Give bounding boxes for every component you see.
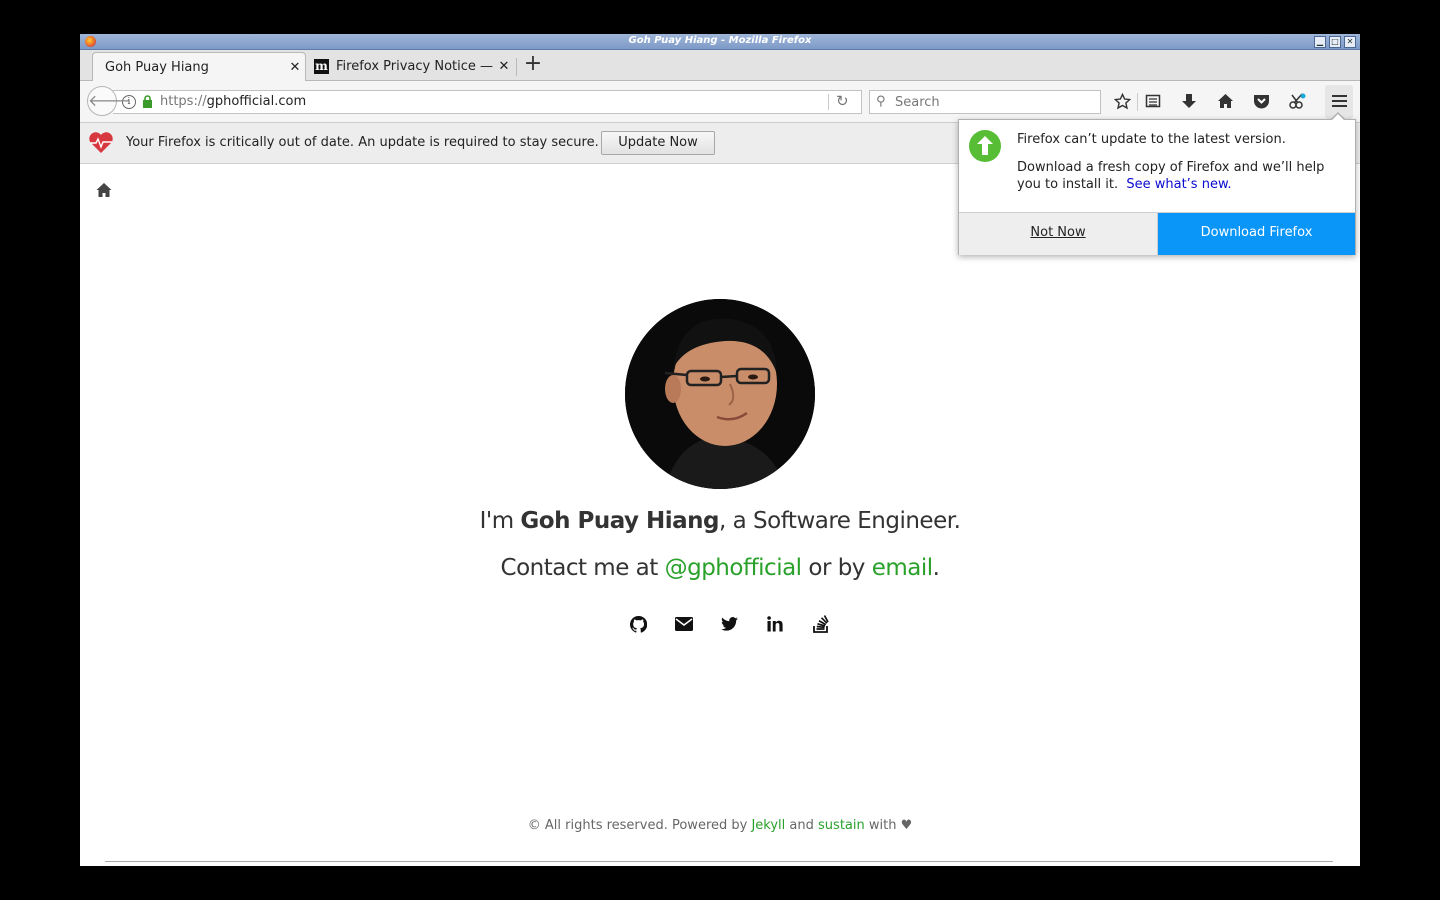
email-link[interactable]: email	[872, 555, 933, 581]
close-tab-icon[interactable]: ✕	[285, 60, 305, 75]
linkedin-icon[interactable]	[753, 613, 799, 635]
intro-text: I'm Goh Puay Hiang, a Software Engineer.	[479, 508, 961, 534]
twitter-icon[interactable]	[707, 613, 753, 635]
home-icon[interactable]	[95, 182, 113, 202]
footer: © All rights reserved. Powered by Jekyll…	[527, 818, 913, 833]
tab-label: Firefox Privacy Notice —	[336, 58, 494, 74]
reload-icon[interactable]: ↻	[836, 92, 849, 110]
not-now-button[interactable]: Not Now	[959, 213, 1158, 255]
download-firefox-button[interactable]: Download Firefox	[1158, 213, 1355, 255]
home-icon[interactable]	[1214, 91, 1236, 111]
tab-bar: Goh Puay Hiang ✕ m Firefox Privacy Notic…	[80, 50, 1360, 81]
hamburger-menu-icon[interactable]	[1328, 91, 1350, 111]
page-content: I'm Goh Puay Hiang, a Software Engineer.…	[80, 164, 1360, 866]
mozilla-favicon-icon: m	[314, 58, 329, 74]
social-links	[616, 613, 844, 635]
bookmarks-list-icon[interactable]	[1142, 91, 1164, 111]
notification-message: Your Firefox is critically out of date. …	[126, 135, 599, 150]
search-input[interactable]	[893, 93, 1092, 112]
close-window-button[interactable]: ✕	[1344, 36, 1356, 48]
popup-title: Firefox can’t update to the latest versi…	[1017, 132, 1286, 147]
twitter-handle-link[interactable]: @gphofficial	[665, 555, 802, 581]
jekyll-link[interactable]: Jekyll	[751, 818, 785, 833]
github-icon[interactable]	[616, 613, 662, 635]
maximize-button[interactable]: □	[1329, 36, 1341, 48]
sustain-link[interactable]: sustain	[818, 818, 865, 833]
tab-goh-puay-hiang[interactable]: Goh Puay Hiang ✕	[92, 52, 306, 81]
popup-body: Download a fresh copy of Firefox and we’…	[1017, 160, 1325, 192]
title-bar: Goh Puay Hiang - Mozilla Firefox ▁ □ ✕	[80, 34, 1360, 50]
bookmark-star-icon[interactable]	[1111, 91, 1133, 111]
search-icon: ⚲	[876, 94, 886, 109]
back-button[interactable]: 🡐	[87, 86, 131, 116]
downloads-icon[interactable]	[1178, 91, 1200, 111]
stackoverflow-icon[interactable]	[798, 613, 844, 635]
heart-monitor-icon	[89, 132, 113, 153]
close-tab-icon[interactable]: ✕	[494, 59, 514, 74]
pocket-icon[interactable]	[1250, 91, 1272, 111]
search-bar[interactable]: ⚲	[869, 90, 1101, 114]
navigation-toolbar: i https://gphofficial.com ↻ 🡐 ⚲	[80, 81, 1360, 123]
envelope-icon[interactable]	[662, 613, 708, 635]
see-whats-new-link[interactable]: See what’s new.	[1126, 177, 1231, 192]
profile-photo	[625, 299, 815, 489]
update-doorhanger-popup: Firefox can’t update to the latest versi…	[958, 119, 1356, 255]
screenshot-extension-icon[interactable]	[1286, 91, 1308, 111]
tab-separator	[516, 58, 517, 76]
contact-text: Contact me at @gphofficial or by email.	[500, 555, 940, 581]
window-title: Goh Puay Hiang - Mozilla Firefox	[628, 35, 812, 46]
new-tab-button[interactable]: +	[522, 53, 544, 76]
update-now-button[interactable]: Update Now	[601, 131, 715, 155]
minimize-button[interactable]: ▁	[1314, 36, 1326, 48]
tab-firefox-privacy-notice[interactable]: m Firefox Privacy Notice — ✕	[308, 52, 514, 80]
url-bar[interactable]: i https://gphofficial.com ↻	[113, 90, 862, 114]
url-text: https://gphofficial.com	[160, 94, 307, 109]
update-arrow-icon	[969, 130, 1001, 162]
lock-icon	[143, 95, 152, 108]
tab-label: Goh Puay Hiang	[105, 59, 209, 75]
